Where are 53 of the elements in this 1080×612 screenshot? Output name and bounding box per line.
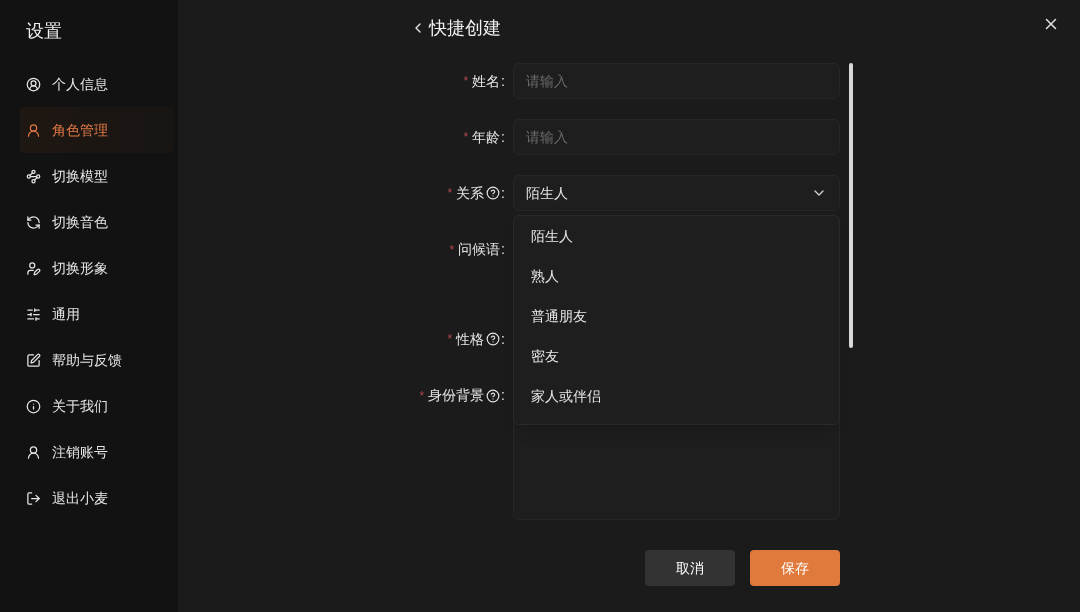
sidebar-item[interactable]: 注销账号 [20,429,174,475]
cycle-icon [26,214,41,230]
required-mark: * [419,387,425,405]
colon: : [501,183,505,203]
field-label: 身份背景 [428,386,485,405]
sidebar-item[interactable]: 帮助与反馈 [20,337,174,383]
dropdown-option[interactable]: 陌生人 [514,216,839,256]
sidebar-item[interactable]: 退出小麦 [20,475,174,521]
colon: : [501,127,505,147]
user-icon [26,444,41,460]
help-icon [486,388,501,403]
sidebar-item[interactable]: 切换模型 [20,153,174,199]
required-mark: * [449,241,455,259]
required-mark: * [463,73,469,90]
user-edit-icon [26,260,41,276]
info-icon [26,398,41,414]
sidebar-item[interactable]: 关于我们 [20,383,174,429]
dropdown-option[interactable]: 熟人 [514,256,839,296]
dropdown-option[interactable]: 密友 [514,336,839,376]
colon: : [501,71,505,91]
dropdown-option[interactable]: 普通朋友 [514,296,839,336]
cancel-button[interactable]: 取消 [645,550,735,586]
user-circle-icon [26,76,41,92]
sidebar-item[interactable]: 通用 [20,291,174,337]
select-field[interactable]: 陌生人 [513,175,840,211]
field-label: 性格 [456,329,485,349]
field-label: 年龄 [472,127,501,147]
help-icon [486,186,501,200]
field-label: 关系 [456,183,485,203]
colon: : [501,386,505,405]
input-field[interactable]: 请输入 [513,119,840,155]
page-title: 快捷创建 [429,16,501,40]
sidebar-item[interactable]: 角色管理 [20,107,174,153]
sidebar-item[interactable]: 个人信息 [20,61,174,107]
nodes-icon [26,168,41,184]
colon: : [501,240,505,259]
user-icon [26,122,41,138]
sidebar-item[interactable]: 切换音色 [20,199,174,245]
input-field[interactable]: 请输入 [513,63,840,99]
sliders-icon [26,306,41,322]
dropdown-option[interactable]: 家人或伴侣 [514,376,839,416]
edit-icon [26,352,41,368]
help-icon [486,332,501,346]
field-label: 问候语 [458,240,501,259]
select-value: 陌生人 [526,183,568,203]
required-mark: * [447,331,453,348]
logout-icon [26,490,41,506]
required-mark: * [463,129,469,146]
sidebar-title: 设置 [25,20,62,43]
colon: : [501,329,505,349]
required-mark: * [447,185,453,202]
sidebar-item[interactable]: 切换形象 [20,245,174,291]
field-label: 姓名 [472,71,501,91]
